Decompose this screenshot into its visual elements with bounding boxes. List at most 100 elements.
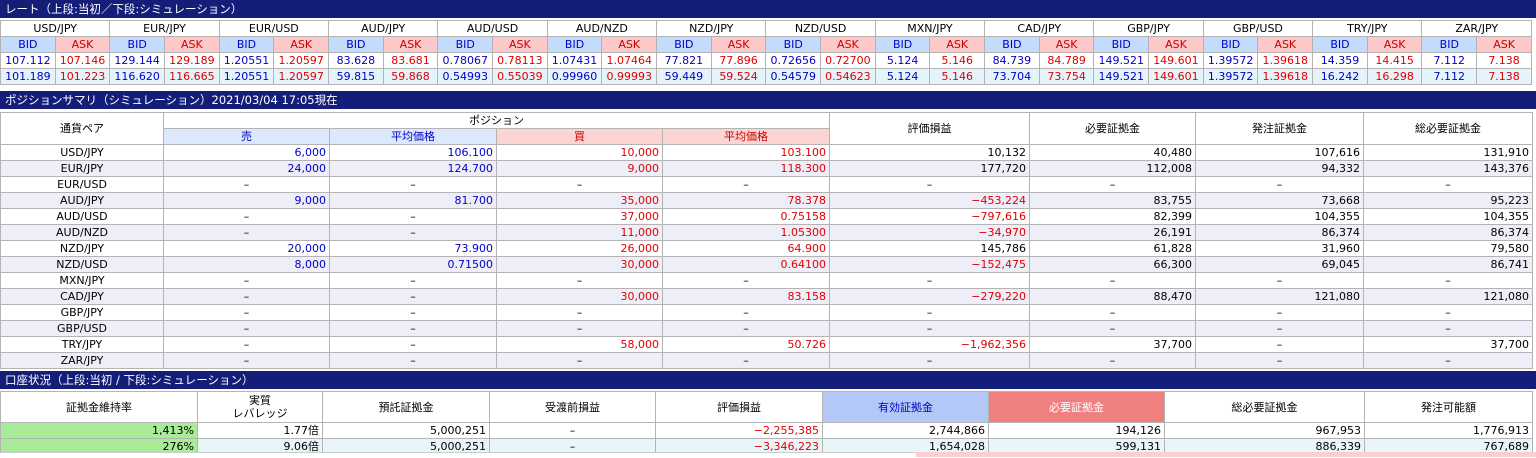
- position-total-margin-cell: –: [1363, 304, 1533, 321]
- ask-initial-value: 1.39618: [1257, 52, 1314, 69]
- position-buy-cell: 30,000: [496, 256, 663, 273]
- position-row: AUD/JPY 9,000 81.700 35,000 78.378 −453,224 83…: [0, 192, 1533, 209]
- ask-label: ASK: [54, 36, 111, 53]
- position-sell-avg-cell: –: [329, 208, 497, 225]
- account-row: 1,413% 1.77倍 5,000,251– −2,255,385 2,744,866…: [0, 422, 1533, 439]
- bid-initial-value: 84.739: [984, 52, 1040, 69]
- ask-initial-value: 84.789: [1038, 52, 1095, 69]
- ask-initial-value: 77.896: [710, 52, 767, 69]
- ask-label: ASK: [820, 36, 876, 53]
- position-sell-cell: –: [163, 304, 330, 321]
- bid-sim-value: 0.54579: [765, 68, 822, 85]
- position-total-margin-cell: 86,741: [1363, 256, 1533, 273]
- position-sell-avg-cell: –: [329, 320, 497, 337]
- position-total-margin-cell: 121,080: [1363, 288, 1533, 305]
- position-buy-avg-cell: –: [662, 304, 830, 321]
- ask-initial-value: 14.415: [1366, 52, 1423, 69]
- position-margin-cell: 112,008: [1029, 160, 1196, 177]
- bid-sim-value: 1.20551: [218, 68, 275, 85]
- ask-initial-value: 1.20597: [273, 52, 330, 69]
- position-buy-avg-cell: 83.158: [662, 288, 830, 305]
- bid-sim-value: 5.124: [874, 68, 931, 85]
- bid-sim-value: 1.39572: [1202, 68, 1259, 85]
- header-pnl: 評価損益: [829, 112, 1030, 145]
- position-margin-cell: 26,191: [1029, 224, 1196, 241]
- position-sell-avg-cell: 0.71500: [329, 256, 497, 273]
- position-sell-cell: –: [163, 176, 330, 193]
- position-row: TRY/JPY – –58,000 50.726 −1,962,356 37,700–37…: [0, 336, 1533, 353]
- rate-pair-label: GBP/USD: [1202, 20, 1314, 37]
- ask-label: ASK: [710, 36, 767, 53]
- position-sell-avg-cell: –: [329, 176, 497, 193]
- position-margin-cell: 37,700: [1029, 336, 1196, 353]
- position-sell-cell: 9,000: [163, 192, 330, 209]
- position-buy-avg-cell: 0.75158: [662, 208, 830, 225]
- position-buy-avg-cell: 103.100: [662, 144, 830, 161]
- position-row: EUR/USD – – – – – – – –: [0, 176, 1533, 193]
- position-buy-avg-cell: –: [662, 352, 830, 369]
- rate-pair-label: GBP/JPY: [1093, 20, 1204, 37]
- position-margin-cell: 61,828: [1029, 240, 1196, 257]
- bid-sim-value: 116.620: [109, 68, 166, 85]
- bid-label: BID: [437, 36, 494, 53]
- header-total-margin: 総必要証拠金: [1363, 112, 1533, 145]
- position-buy-avg-cell: –: [662, 320, 830, 337]
- header-pair: 通貨ペア: [0, 112, 164, 145]
- position-buy-avg-cell: –: [662, 176, 830, 193]
- ask-initial-value: 7.138: [1476, 52, 1532, 69]
- position-order-margin-cell: –: [1195, 272, 1364, 289]
- header-sell-avg: 平均価格: [329, 128, 497, 145]
- position-order-margin-cell: –: [1195, 304, 1364, 321]
- position-margin-cell: 66,300: [1029, 256, 1196, 273]
- bid-initial-value: 5.124: [874, 52, 931, 69]
- rate-pair-label: TRY/JPY: [1312, 20, 1423, 37]
- position-margin-cell: –: [1029, 272, 1196, 289]
- position-total-margin-cell: 79,580: [1363, 240, 1533, 257]
- ask-sim-value: 59.868: [382, 68, 439, 85]
- header-margin: 必要証拠金: [1029, 112, 1196, 145]
- position-buy-avg-cell: 1.05300: [662, 224, 830, 241]
- rate-pair-label: MXN/JPY: [874, 20, 986, 37]
- position-pair-cell: AUD/NZD: [0, 224, 164, 241]
- bid-label: BID: [1202, 36, 1259, 53]
- ask-label: ASK: [1148, 36, 1204, 53]
- header-effective-margin: 有効証拠金: [822, 391, 989, 423]
- rates-table: USD/JPY EUR/JPY EUR/USD AUD/JPY AUD/USD AUD/N…: [0, 20, 1532, 85]
- account-section-title: 口座状況（上段:当初 / 下段:シミュレーション）: [0, 371, 1536, 389]
- position-order-margin-cell: 69,045: [1195, 256, 1364, 273]
- rate-pair-label: AUD/NZD: [546, 20, 658, 37]
- bid-initial-value: 0.72656: [765, 52, 822, 69]
- position-sell-avg-cell: 81.700: [329, 192, 497, 209]
- header-deposit: 預託証拠金: [322, 391, 490, 423]
- bid-label: BID: [765, 36, 822, 53]
- position-row: USD/JPY 6,000 106.100 10,000 103.100 10,132 40…: [0, 144, 1533, 161]
- position-pair-cell: USD/JPY: [0, 144, 164, 161]
- bid-initial-value: 129.144: [109, 52, 166, 69]
- bid-label: BID: [874, 36, 931, 53]
- position-total-margin-cell: –: [1363, 272, 1533, 289]
- bid-label: BID: [546, 36, 603, 53]
- position-pair-cell: EUR/JPY: [0, 160, 164, 177]
- rate-pair-label: NZD/USD: [765, 20, 876, 37]
- position-total-margin-cell: 104,355: [1363, 208, 1533, 225]
- position-sell-avg-cell: –: [329, 224, 497, 241]
- position-row: AUD/USD – –37,000 0.75158 −797,616 82,399 104,…: [0, 208, 1533, 225]
- rate-pair-label: CAD/JPY: [984, 20, 1095, 37]
- ask-sim-value: 0.99993: [601, 68, 658, 85]
- position-buy-cell: 11,000: [496, 224, 663, 241]
- position-section-title: ポジションサマリ（シミュレーション）2021/03/04 17:05現在: [0, 91, 1536, 109]
- rates-section-title: レート（上段:当初／下段:シミュレーション）: [0, 0, 1536, 18]
- header-required-margin: 必要証拠金: [988, 391, 1165, 423]
- header-order-margin: 発注証拠金: [1195, 112, 1364, 145]
- position-pnl-cell: 145,786: [829, 240, 1030, 257]
- position-total-margin-cell: –: [1363, 176, 1533, 193]
- ask-sim-value: 73.754: [1038, 68, 1095, 85]
- bid-initial-value: 77.821: [656, 52, 712, 69]
- bid-sim-value: 16.242: [1312, 68, 1368, 85]
- position-buy-cell: 37,000: [496, 208, 663, 225]
- position-total-margin-cell: –: [1363, 320, 1533, 337]
- position-buy-cell: 9,000: [496, 160, 663, 177]
- bid-initial-value: 107.112: [0, 52, 56, 69]
- position-sell-cell: 6,000: [163, 144, 330, 161]
- position-margin-cell: 83,755: [1029, 192, 1196, 209]
